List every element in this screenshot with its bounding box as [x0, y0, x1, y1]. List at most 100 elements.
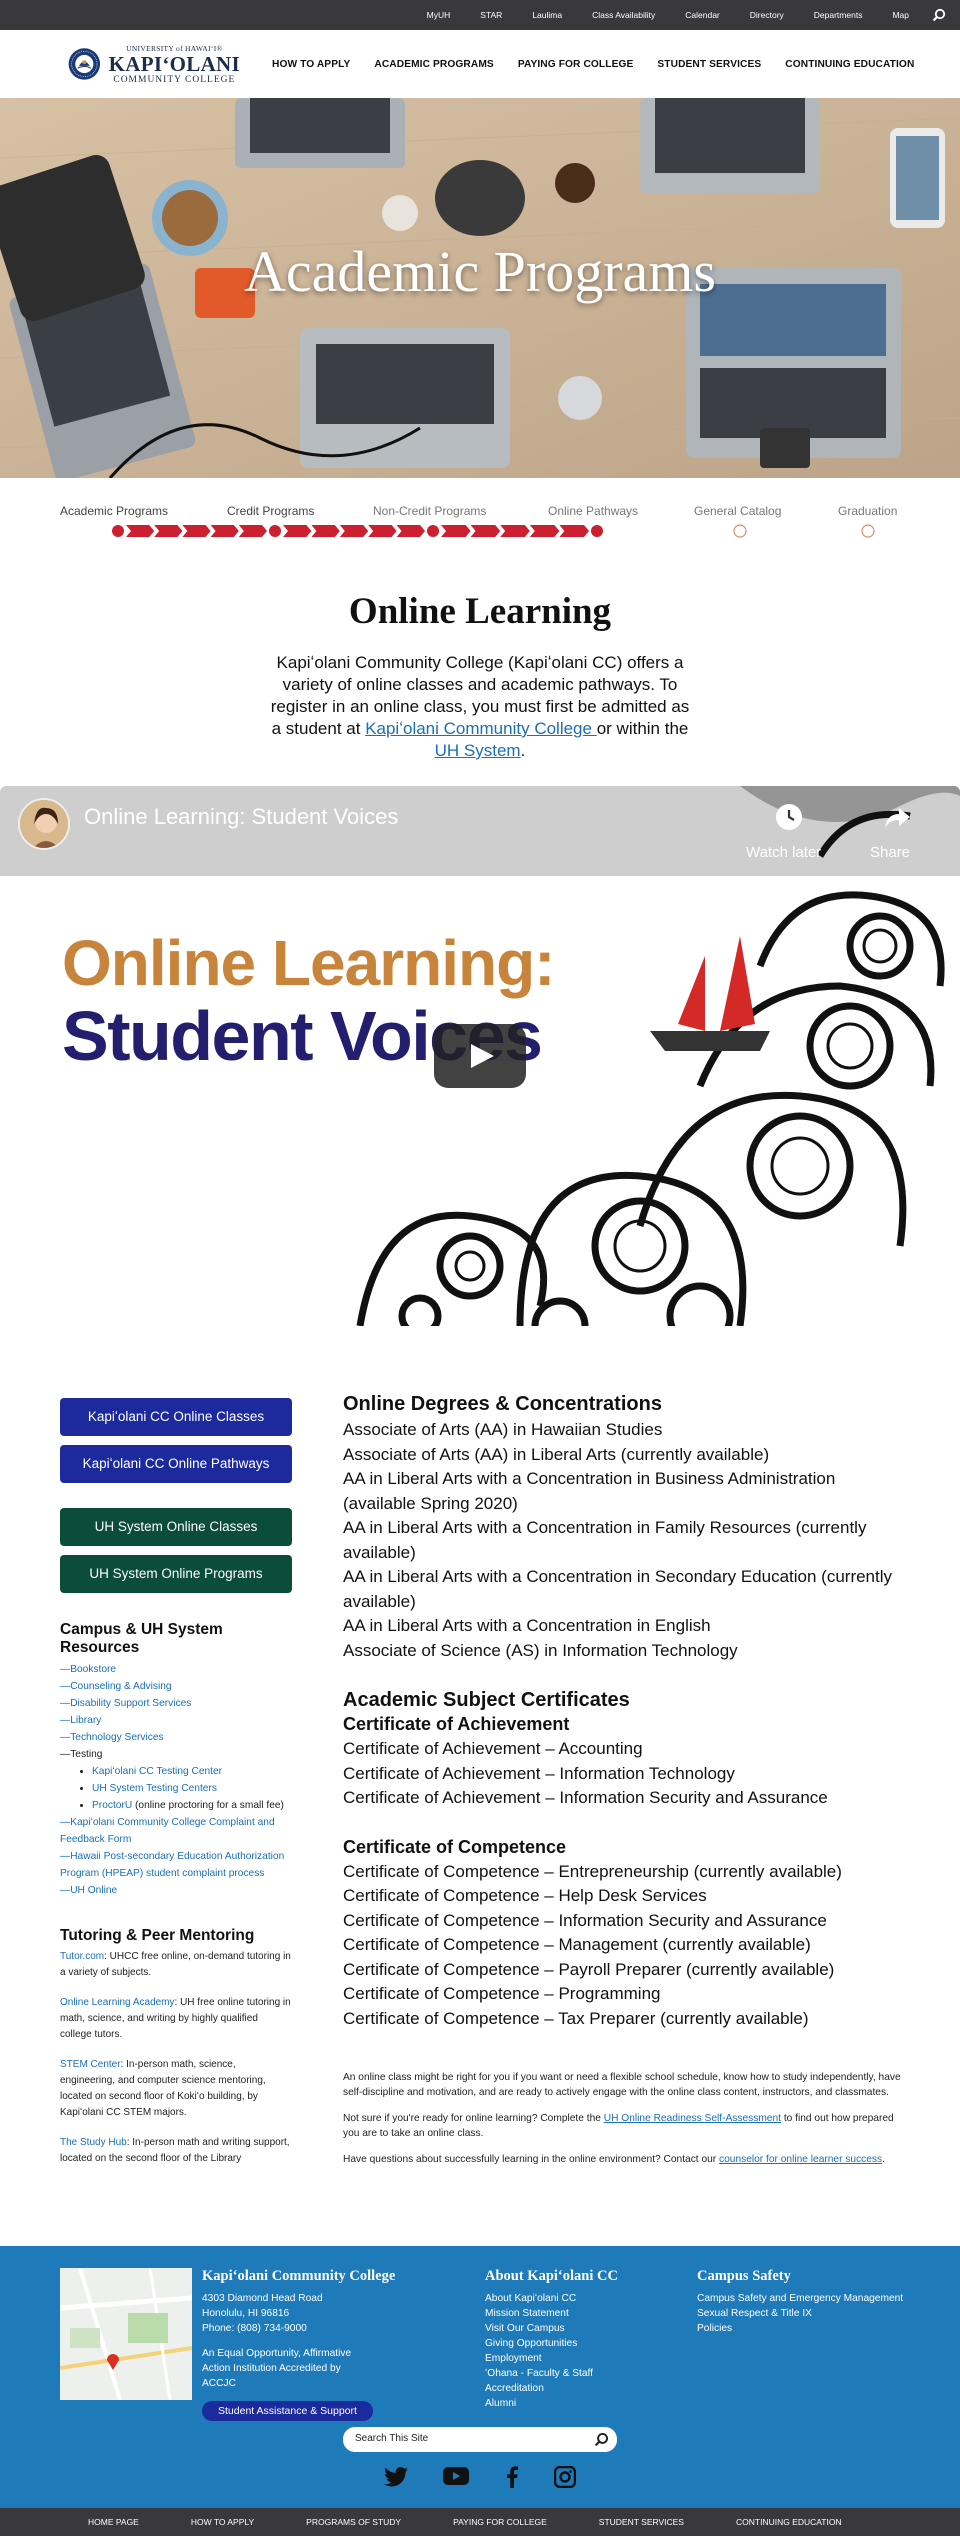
nav-continuing-education[interactable]: CONTINUING EDUCATION — [785, 59, 914, 70]
footer-link-title-ix[interactable]: Sexual Respect & Title IX — [697, 2306, 927, 2321]
online-learning-academy-link[interactable]: Online Learning Academy — [60, 1997, 175, 2008]
footer-about: About Kapiʻolani CC About Kapiʻolani CC … — [485, 2268, 655, 2411]
channel-avatar[interactable] — [18, 798, 70, 850]
counselor-text-1: Have questions about successfully learni… — [343, 2154, 720, 2165]
kcc-online-pathways-button[interactable]: Kapiʻolani CC Online Pathways — [60, 1445, 292, 1483]
nav-academic-programs[interactable]: ACADEMIC PROGRAMS — [374, 59, 493, 70]
pathway-node — [269, 525, 281, 537]
resource-hpeap[interactable]: —Hawaii Post-secondary Education Authori… — [60, 1848, 292, 1882]
utility-bar: MyUH STAR Laulima Class Availability Cal… — [0, 0, 960, 30]
hero-title: Academic Programs — [244, 239, 716, 304]
clock-icon[interactable] — [774, 802, 804, 832]
pathway-node — [427, 525, 439, 537]
online-fit-paragraph: An online class might be right for you i… — [343, 2072, 901, 2098]
footer-link-accreditation[interactable]: Accreditation — [485, 2381, 655, 2396]
footer-link-policies[interactable]: Policies — [697, 2321, 927, 2336]
footer-link-about[interactable]: About Kapiʻolani CC — [485, 2291, 655, 2306]
resource-counseling[interactable]: —Counseling & Advising — [60, 1678, 292, 1695]
logo-subtitle: COMMUNITY COLLEGE — [113, 74, 236, 85]
nav-how-to-apply[interactable]: HOW TO APPLY — [272, 59, 350, 70]
resource-library[interactable]: —Library — [60, 1712, 292, 1729]
college-logo[interactable]: UNIVERSITY of HAWAIʻI® KAPIʻOLANI COMMUN… — [68, 37, 240, 91]
testing-proctoru[interactable]: ProctorU — [92, 1800, 132, 1811]
util-link-class-availability[interactable]: Class Availability — [577, 10, 670, 20]
uh-system-link[interactable]: UH System — [435, 741, 521, 760]
footer-link-safety[interactable]: Campus Safety and Emergency Management — [697, 2291, 927, 2306]
resource-disability-support[interactable]: —Disability Support Services — [60, 1695, 292, 1712]
nav-student-services[interactable]: STUDENT SERVICES — [657, 59, 761, 70]
degree-item: Associate of Arts (AA) in Hawaiian Studi… — [343, 1420, 663, 1439]
footer-safety: Campus Safety Campus Safety and Emergenc… — [697, 2268, 927, 2336]
college-seal-icon — [68, 48, 101, 80]
util-link-directory[interactable]: Directory — [735, 10, 799, 20]
instagram-icon[interactable] — [553, 2466, 576, 2488]
play-button-icon[interactable] — [434, 1024, 526, 1088]
footer-college-name: Kapiʻolani Community College — [202, 2268, 396, 2284]
footer-link-ohana[interactable]: ʻOhana - Faculty & Staff — [485, 2366, 655, 2381]
pathway-chevron — [500, 525, 530, 537]
share-icon[interactable] — [882, 802, 912, 832]
facebook-icon[interactable] — [505, 2466, 519, 2488]
footer-link-employment[interactable]: Employment — [485, 2351, 655, 2366]
share-label[interactable]: Share — [870, 844, 910, 861]
footer-phone[interactable]: Phone: (808) 734-9000 — [202, 2321, 402, 2336]
twitter-icon[interactable] — [384, 2466, 408, 2488]
bottom-nav-how-to-apply[interactable]: HOW TO APPLY — [191, 2517, 254, 2527]
pathway-chevron — [311, 525, 340, 537]
footer-link-giving[interactable]: Giving Opportunities — [485, 2336, 655, 2351]
uh-online-classes-button[interactable]: UH System Online Classes — [60, 1508, 292, 1546]
search-icon[interactable] — [594, 2432, 609, 2447]
testing-kcc-center[interactable]: Kapiʻolani CC Testing Center — [92, 1766, 222, 1777]
intro-paragraph: Kapiʻolani Community College (Kapiʻolani… — [270, 652, 690, 762]
youtube-icon[interactable] — [443, 2466, 470, 2486]
util-link-laulima[interactable]: Laulima — [517, 10, 577, 20]
tutoring-item: The Study Hub: In-person math and writin… — [60, 2135, 292, 2167]
stem-center-link[interactable]: STEM Center — [60, 2059, 121, 2070]
util-link-map[interactable]: Map — [877, 10, 924, 20]
bottom-nav-student-services[interactable]: STUDENT SERVICES — [599, 2517, 684, 2527]
footer-safety-heading: Campus Safety — [697, 2268, 791, 2284]
tutoring-heading: Tutoring & Peer Mentoring — [60, 1927, 255, 1944]
footer-search-input[interactable]: Search This Site — [343, 2427, 617, 2452]
footer-link-mission[interactable]: Mission Statement — [485, 2306, 655, 2321]
bottom-nav-continuing-ed[interactable]: CONTINUING EDUCATION — [736, 2517, 842, 2527]
bottom-nav-home[interactable]: HOME PAGE — [88, 2517, 139, 2527]
footer-link-alumni[interactable]: Alumni — [485, 2396, 655, 2411]
resource-complaint-form[interactable]: —Kapiʻolani Community College Complaint … — [60, 1814, 292, 1848]
resource-testing-label: —Testing — [60, 1749, 103, 1760]
tutoring-item: Online Learning Academy: UH free online … — [60, 1995, 292, 2043]
kcc-online-classes-button[interactable]: Kapiʻolani CC Online Classes — [60, 1398, 292, 1436]
sidebar: Kapiʻolani CC Online Classes Kapiʻolani … — [60, 1398, 292, 2181]
watch-later-label[interactable]: Watch later — [746, 844, 821, 861]
site-header: UNIVERSITY of HAWAIʻI® KAPIʻOLANI COMMUN… — [0, 30, 960, 98]
kcc-link[interactable]: Kapiʻolani Community College — [365, 719, 597, 738]
bottom-nav-paying[interactable]: PAYING FOR COLLEGE — [453, 2517, 547, 2527]
util-link-star[interactable]: STAR — [465, 10, 517, 20]
nav-paying-for-college[interactable]: PAYING FOR COLLEGE — [518, 59, 634, 70]
resource-technology-services[interactable]: —Technology Services — [60, 1729, 292, 1746]
tutor-com-link[interactable]: Tutor.com — [60, 1951, 104, 1962]
video-title[interactable]: Online Learning: Student Voices — [84, 804, 398, 830]
resource-bookstore[interactable]: —Bookstore — [60, 1661, 292, 1678]
student-assistance-button[interactable]: Student Assistance & Support — [202, 2401, 373, 2421]
util-link-departments[interactable]: Departments — [799, 10, 878, 20]
resources-list: —Bookstore —Counseling & Advising —Disab… — [60, 1661, 292, 1899]
readiness-assessment-link[interactable]: UH Online Readiness Self-Assessment — [604, 2113, 781, 2124]
resource-uh-online[interactable]: —UH Online — [60, 1882, 292, 1899]
bottom-nav-programs[interactable]: PROGRAMS OF STUDY — [306, 2517, 401, 2527]
competence-list: Certificate of Competence – Entrepreneur… — [343, 1860, 903, 2032]
counselor-link[interactable]: counselor for online learner success — [719, 2154, 882, 2165]
util-link-myuh[interactable]: MyUH — [412, 10, 466, 20]
study-hub-link[interactable]: The Study Hub — [60, 2137, 127, 2148]
pathway-node — [591, 525, 603, 537]
logo-wordmark: UNIVERSITY of HAWAIʻI® KAPIʻOLANI COMMUN… — [109, 44, 240, 85]
footer-link-visit[interactable]: Visit Our Campus — [485, 2321, 655, 2336]
youtube-video-player[interactable]: Online Learning: Student Voices Watch la… — [0, 786, 960, 1326]
util-link-calendar[interactable]: Calendar — [670, 10, 735, 20]
campus-map[interactable] — [60, 2268, 192, 2400]
uh-online-programs-button[interactable]: UH System Online Programs — [60, 1555, 292, 1593]
pathway-node — [733, 524, 747, 538]
testing-uh-centers[interactable]: UH System Testing Centers — [92, 1783, 217, 1794]
intro-text-2: or within the — [596, 719, 689, 738]
search-icon[interactable] — [932, 8, 946, 22]
